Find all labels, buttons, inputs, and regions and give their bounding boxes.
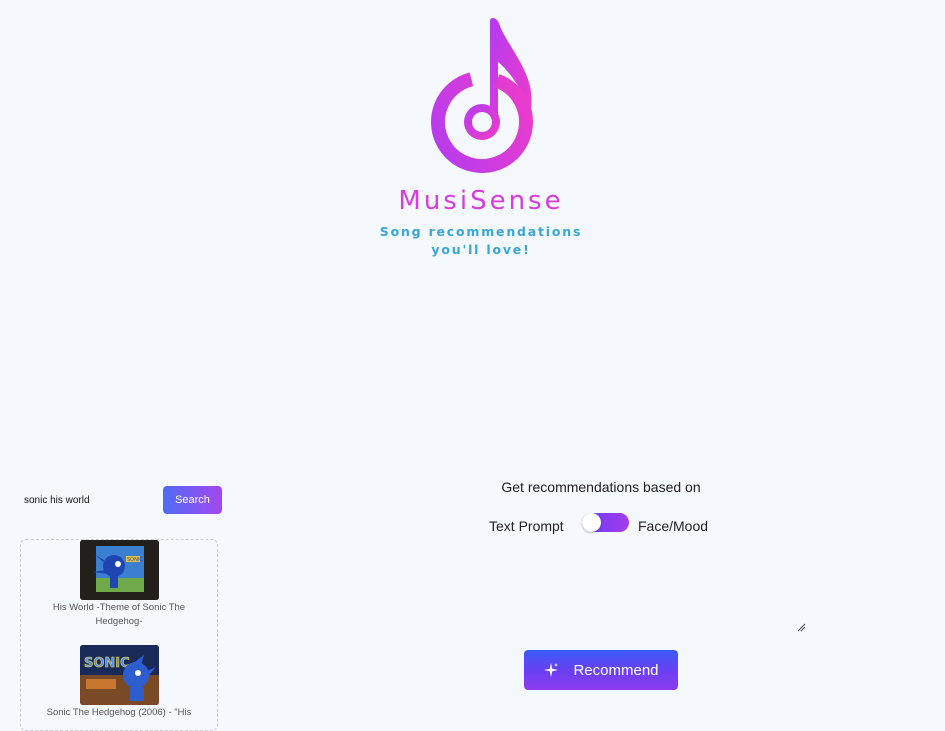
resize-grip-icon[interactable] [796, 622, 806, 632]
face-mood-area[interactable] [440, 548, 806, 632]
search-button[interactable]: Search [163, 486, 222, 514]
thumb-text: SONIC [84, 656, 130, 671]
mode-toggle-switch[interactable] [582, 513, 629, 532]
result-item[interactable]: SONIC His World -Theme of Sonic The Hedg… [21, 540, 217, 629]
recommend-button[interactable]: Recommend [524, 650, 678, 690]
mode-prompt-label: Get recommendations based on [501, 479, 701, 495]
sparkle-icon [544, 663, 559, 677]
search-results-list[interactable]: SONIC His World -Theme of Sonic The Hedg… [20, 539, 218, 731]
result-item[interactable]: SONIC Sonic The Hedgehog (2006) - "His [21, 645, 217, 720]
sonic-thumbnail-image: SONIC [79, 540, 159, 600]
recommend-label: Recommend [573, 661, 659, 679]
tagline-line-2: you'll love! [431, 242, 531, 257]
tagline-line-1: Song recommendations [379, 224, 583, 239]
result-title[interactable]: His World -Theme of Sonic The Hedgehog- [21, 600, 217, 629]
result-thumbnail[interactable]: SONIC [79, 540, 159, 600]
face-mood-label: Face/Mood [638, 518, 709, 534]
result-thumbnail[interactable]: SONIC [79, 645, 159, 705]
sonic-2006-thumbnail-image: SONIC [79, 645, 159, 705]
app-tagline: Song recommendations you'll love! [0, 223, 945, 259]
app-name: MusiSense [398, 186, 564, 216]
song-search-input[interactable] [18, 488, 170, 512]
toggle-knob[interactable] [582, 513, 601, 532]
text-prompt-label: Text Prompt [489, 518, 564, 534]
result-title[interactable]: Sonic The Hedgehog (2006) - "His [21, 705, 217, 720]
musisense-logo [420, 16, 545, 176]
music-note-logo-icon [431, 18, 533, 173]
thumb-text: SONIC [127, 557, 143, 563]
